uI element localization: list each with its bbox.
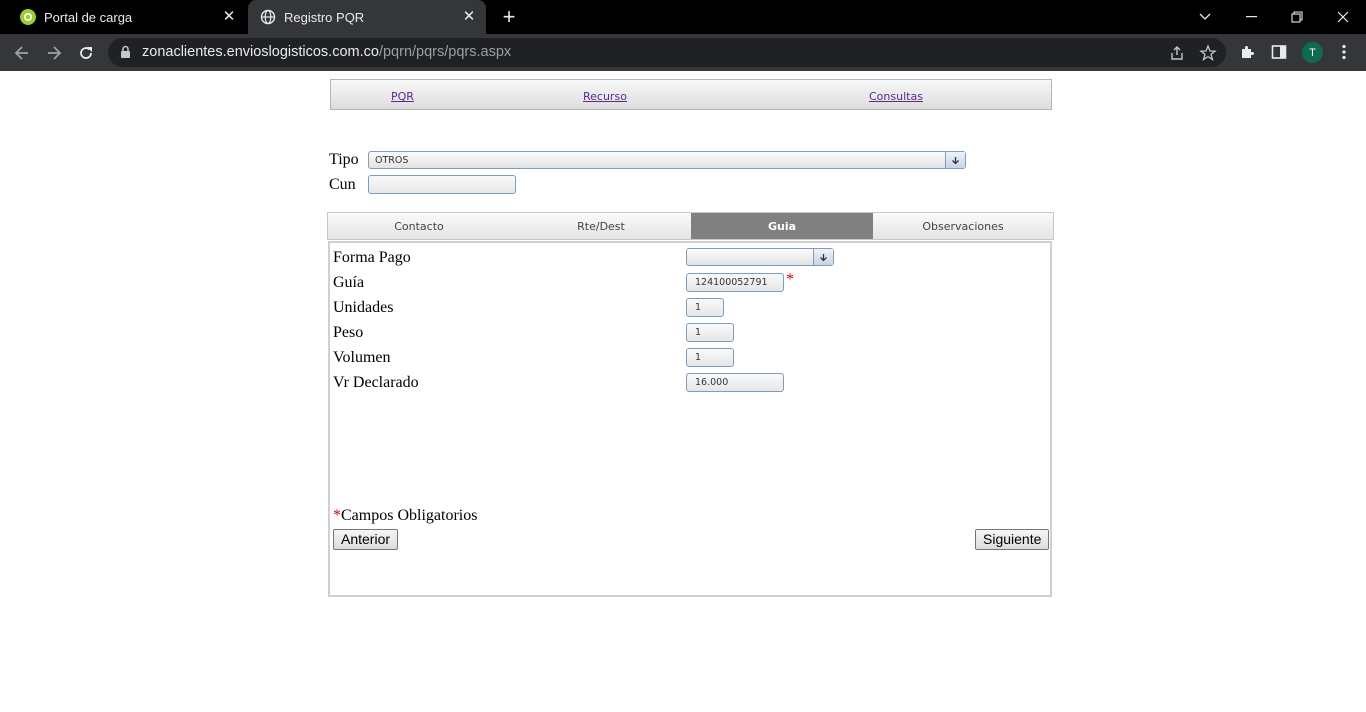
share-icon[interactable]	[1168, 44, 1186, 62]
volumen-input[interactable]: 1	[686, 348, 734, 367]
volumen-label: Volumen	[333, 349, 391, 366]
close-tab-icon[interactable]: ✕	[220, 8, 238, 26]
back-arrow-icon[interactable]	[9, 40, 35, 66]
restore-icon[interactable]	[1274, 0, 1320, 34]
tab-search-chevron-icon[interactable]	[1182, 0, 1228, 34]
top-menu-bar: PQR Recurso Consultas	[330, 79, 1052, 110]
tipo-selected-value: OTROS	[375, 155, 409, 166]
tipo-label: Tipo	[329, 151, 359, 168]
forward-arrow-icon[interactable]	[41, 40, 67, 66]
vr-declarado-label: Vr Declarado	[333, 374, 419, 391]
unidades-label: Unidades	[333, 299, 394, 316]
close-window-icon[interactable]	[1320, 0, 1366, 34]
vr-declarado-input[interactable]: 16.000	[686, 373, 784, 392]
portal-favicon-icon	[20, 9, 36, 25]
forma-pago-select[interactable]	[686, 248, 834, 266]
cun-label: Cun	[329, 176, 356, 193]
forma-pago-label: Forma Pago	[333, 249, 411, 266]
browser-toolbar: zonaclientes.envioslogisticos.com.co/pqr…	[0, 34, 1366, 71]
guia-input[interactable]: 124100052791	[686, 273, 784, 292]
kebab-menu-icon[interactable]	[1334, 42, 1354, 62]
guia-required-marker: *	[786, 271, 794, 288]
tab-observaciones[interactable]: Observaciones	[873, 213, 1053, 239]
extensions-puzzle-icon[interactable]	[1237, 42, 1257, 62]
address-bar[interactable]: zonaclientes.envioslogisticos.com.co/pqr…	[108, 38, 1226, 67]
url-host: zonaclientes.envioslogisticos.com.co	[142, 44, 379, 60]
browser-tab-portal-de-carga[interactable]: Portal de carga ✕	[8, 0, 246, 34]
dropdown-arrow-icon[interactable]	[945, 152, 965, 168]
side-panel-icon[interactable]	[1269, 42, 1289, 62]
tipo-select[interactable]: OTROS	[368, 151, 966, 169]
required-fields-note: *Campos Obligatorios	[333, 507, 477, 525]
tab-title: Registro PQR	[284, 9, 365, 25]
close-tab-icon[interactable]: ✕	[460, 8, 478, 26]
menu-link-recurso[interactable]: Recurso	[583, 90, 627, 103]
browser-tab-strip: Portal de carga ✕ Registro PQR ✕ +	[0, 0, 1366, 34]
peso-label: Peso	[333, 324, 364, 341]
tab-title: Portal de carga	[44, 9, 133, 25]
peso-input[interactable]: 1	[686, 323, 734, 342]
anterior-button[interactable]: Anterior	[333, 529, 399, 550]
lock-icon[interactable]	[120, 45, 131, 64]
url-text: zonaclientes.envioslogisticos.com.co/pqr…	[142, 44, 511, 60]
tab-contacto[interactable]: Contacto	[328, 213, 510, 239]
reload-icon[interactable]	[73, 40, 99, 66]
unidades-input[interactable]: 1	[686, 298, 724, 317]
url-path: /pqrn/pqrs/pqrs.aspx	[378, 44, 512, 60]
tab-guia[interactable]: Guia	[691, 213, 873, 239]
globe-icon	[260, 9, 276, 25]
dropdown-arrow-icon[interactable]	[813, 249, 833, 265]
form-tabs: Contacto Rte/Dest Guia Observaciones	[327, 212, 1054, 240]
menu-link-pqr[interactable]: PQR	[391, 90, 414, 103]
profile-avatar[interactable]: T	[1302, 42, 1323, 63]
tab-rte-dest[interactable]: Rte/Dest	[510, 213, 692, 239]
guia-panel	[328, 241, 1052, 597]
bookmark-star-icon[interactable]	[1199, 44, 1217, 62]
guia-label: Guía	[333, 274, 365, 291]
new-tab-plus-icon[interactable]: +	[498, 6, 520, 28]
required-note-marker: *	[333, 507, 341, 524]
siguiente-button[interactable]: Siguiente	[975, 529, 1050, 550]
required-note-text: Campos Obligatorios	[341, 507, 478, 524]
cun-input[interactable]	[368, 175, 516, 194]
minimize-icon[interactable]	[1228, 0, 1274, 34]
browser-tab-registro-pqr[interactable]: Registro PQR ✕	[248, 0, 486, 34]
menu-link-consultas[interactable]: Consultas	[869, 90, 923, 103]
